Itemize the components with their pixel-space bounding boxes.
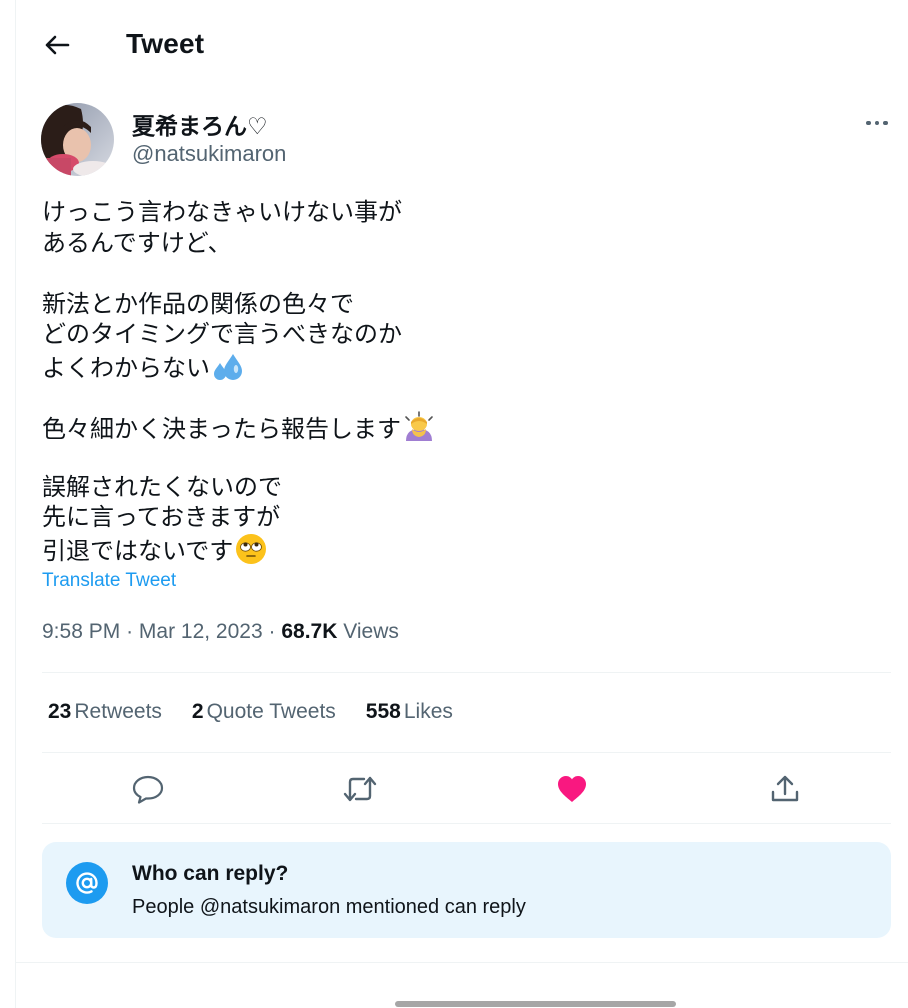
retweet-button[interactable]	[340, 769, 380, 809]
tweet-line: 誤解されたくないので	[42, 472, 282, 501]
page-title: Tweet	[126, 28, 205, 59]
quotes-count: 2	[191, 700, 204, 723]
reply-button[interactable]	[128, 769, 168, 809]
tweet-text: けっこう言わなきゃいけない事が あるんですけど、 新法とか作品の関係の色々で ど…	[42, 197, 542, 565]
views-count: 68.7K	[281, 620, 338, 643]
tweet-line-with-emoji: よくわからない	[42, 350, 542, 382]
tweet-line: 色々細かく決まったら報告します	[42, 414, 402, 443]
face-with-rolling-eyes-emoji	[236, 533, 267, 564]
main-column: Tweet 夏希まろん♡ @natsukimaron けっこう言わなきゃいけない…	[15, 0, 908, 1008]
tweet-line: けっこう言わなきゃいけない事が	[42, 198, 402, 226]
quote-tweets-stat[interactable]: 2 Quote Tweets	[192, 700, 336, 724]
share-button[interactable]	[765, 769, 805, 809]
likes-stat[interactable]: 558 Likes	[366, 700, 453, 724]
tweet-time[interactable]: 9:58 PM	[42, 620, 120, 643]
avatar[interactable]	[41, 103, 114, 176]
share-icon	[771, 775, 799, 802]
tweet-line-with-emoji: 色々細かく決まったら報告します	[42, 410, 542, 443]
meta-separator: ·	[126, 620, 134, 643]
quotes-label: Quote Tweets	[206, 700, 336, 723]
divider	[42, 752, 891, 753]
views-label: Views	[343, 620, 399, 643]
divider	[16, 962, 908, 963]
tweet-actions	[42, 755, 891, 823]
horizontal-scrollbar[interactable]	[395, 1001, 676, 1007]
tweet-line-with-emoji: 引退ではないです	[42, 533, 542, 565]
tweet-line: よくわからない	[42, 353, 210, 382]
who-can-reply-title: Who can reply?	[132, 862, 289, 885]
header: Tweet	[16, 0, 908, 92]
like-button[interactable]	[552, 769, 592, 809]
more-horizontal-icon	[866, 120, 888, 126]
tweet-line: 引退ではないです	[42, 536, 234, 565]
who-can-reply-notice: Who can reply? People @natsukimaron ment…	[42, 842, 891, 938]
retweets-stat[interactable]: 23 Retweets	[48, 700, 162, 724]
translate-tweet-link[interactable]: Translate Tweet	[42, 570, 176, 592]
tweet-line: どのタイミングで言うべきなのか	[42, 320, 402, 348]
tweet-line: 新法とか作品の関係の色々で	[42, 289, 354, 318]
author-name[interactable]: 夏希まろん♡	[132, 107, 268, 141]
tweet-line: あるんですけど、	[42, 228, 232, 257]
tweet-author: 夏希まろん♡ @natsukimaron	[41, 103, 891, 179]
tweet-stats: 23 Retweets 2 Quote Tweets 558 Likes	[48, 700, 453, 724]
author-handle[interactable]: @natsukimaron	[132, 141, 286, 167]
more-options-button[interactable]	[863, 111, 891, 135]
back-button[interactable]	[38, 26, 76, 64]
person-bowing-emoji	[405, 410, 433, 441]
tweet-meta: 9:58 PM · Mar 12, 2023 · 68.7K Views	[42, 620, 399, 644]
retweet-icon	[343, 776, 377, 802]
tweet-line: 先に言っておきますが	[42, 503, 281, 531]
likes-count: 558	[365, 700, 401, 723]
like-icon	[558, 776, 586, 802]
divider	[42, 823, 891, 824]
retweets-label: Retweets	[74, 700, 162, 723]
arrow-left-icon	[45, 35, 70, 55]
reply-icon	[132, 775, 164, 804]
retweets-count: 23	[48, 700, 72, 723]
divider	[42, 672, 891, 673]
who-can-reply-description: People @natsukimaron mentioned can reply	[132, 896, 526, 918]
reply-at-badge	[66, 862, 108, 904]
at-sign-icon	[76, 872, 98, 894]
tweet-date[interactable]: Mar 12, 2023	[139, 620, 263, 643]
likes-label: Likes	[403, 700, 453, 723]
sweat-droplets-emoji	[214, 353, 242, 380]
avatar-image	[41, 103, 114, 176]
meta-separator: ·	[268, 620, 276, 643]
